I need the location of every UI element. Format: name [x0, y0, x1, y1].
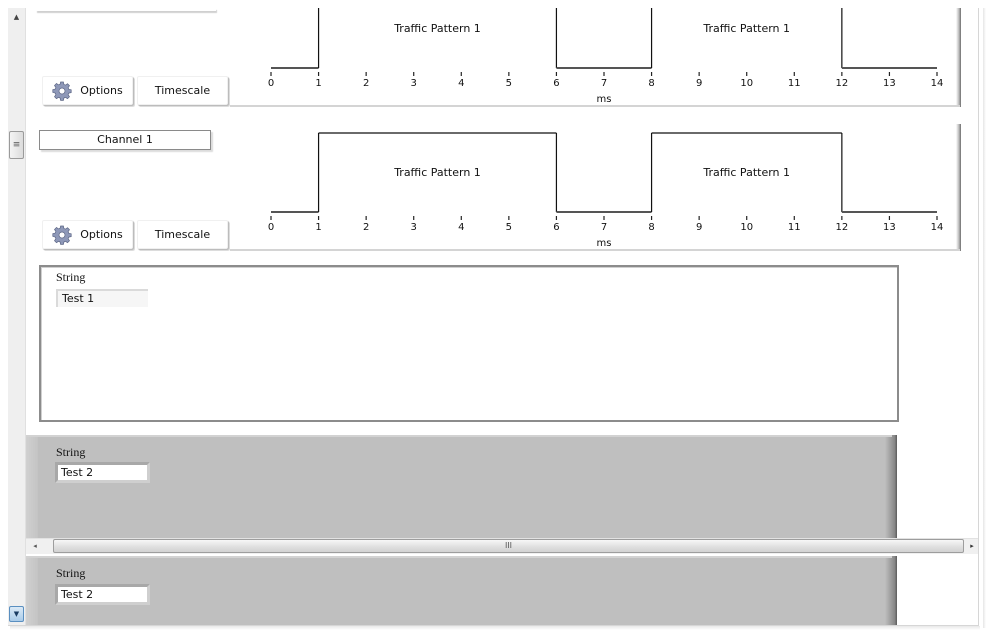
- gear-icon: [52, 81, 72, 101]
- x-tick-label: 14: [931, 78, 944, 89]
- cluster-3-right-edge: [885, 556, 897, 625]
- x-tick-label: 12: [835, 78, 848, 89]
- x-tick-label: 13: [883, 222, 896, 233]
- cluster-2-left-edge: [26, 435, 38, 538]
- scroll-down-arrow-icon[interactable]: ▼: [9, 606, 24, 622]
- x-tick-label: 10: [740, 78, 753, 89]
- options-label: Options: [80, 228, 123, 241]
- x-tick-label: 0: [268, 78, 274, 89]
- frame-bottom-edge: [10, 626, 980, 630]
- chart-2-svg: 0 1 2 3 4 5 6 7 8 9 10 11 12 13 14msTraffic Pattern 1T…: [268, 132, 944, 249]
- traffic-pattern-label: Traffic Pattern 1: [393, 22, 481, 35]
- horizontal-scroll-thumb[interactable]: III: [53, 539, 964, 553]
- x-tick-label: 1: [315, 222, 321, 233]
- x-tick-label: 5: [506, 222, 512, 233]
- x-tick-label: 1: [315, 78, 321, 89]
- x-tick-label: 6: [553, 222, 559, 233]
- string-input[interactable]: Test 2: [55, 584, 150, 605]
- string-label: String: [56, 270, 86, 284]
- channel-box-partial: [36, 8, 216, 11]
- string-cluster-2: [26, 435, 897, 538]
- chart-panel-1: 0 1 2 3 4 5 6 7 8 9 10 11 12 13 14 ms Traffic Pattern 1T…: [228, 8, 960, 108]
- x-tick-label: 10: [740, 222, 753, 233]
- options-button[interactable]: Options: [42, 220, 133, 249]
- x-axis-unit-label: ms: [597, 238, 612, 249]
- timescale-label: Timescale: [154, 84, 211, 97]
- string-label: String: [56, 445, 86, 459]
- timescale-button[interactable]: Timescale: [137, 76, 228, 105]
- x-tick-label: 4: [458, 222, 464, 233]
- x-tick-label: 13: [883, 78, 896, 89]
- string-label: String: [56, 566, 86, 580]
- string-cluster-3: [26, 556, 897, 625]
- string-cluster-1: [39, 265, 899, 422]
- channel-name-field[interactable]: Channel 1: [39, 130, 211, 150]
- options-label: Options: [80, 84, 123, 97]
- chart-2-right-border: [956, 124, 961, 251]
- gear-icon: [52, 225, 72, 245]
- x-tick-label: 8: [648, 222, 654, 233]
- timescale-label: Timescale: [154, 228, 211, 241]
- chart-1-bottom-border: [230, 105, 960, 107]
- vertical-scrollbar[interactable]: [8, 8, 26, 625]
- cluster-3-top-edge: [26, 556, 892, 558]
- traffic-pattern-label: Traffic Pattern 1: [702, 166, 790, 179]
- x-tick-label: 6: [553, 78, 559, 89]
- cluster-2-top-edge: [26, 435, 892, 437]
- x-tick-label: 12: [835, 222, 848, 233]
- scroll-up-arrow-icon[interactable]: ▲: [8, 10, 25, 24]
- string-input[interactable]: Test 2: [55, 462, 150, 483]
- x-tick-label: 9: [696, 222, 702, 233]
- traffic-pattern-label: Traffic Pattern 1: [702, 22, 790, 35]
- chart-2-bottom-border: [230, 249, 960, 251]
- x-tick-label: 3: [411, 78, 417, 89]
- vertical-scroll-thumb[interactable]: ≡: [9, 131, 24, 159]
- x-tick-label: 7: [601, 222, 607, 233]
- x-tick-label: 9: [696, 78, 702, 89]
- x-tick-label: 3: [411, 222, 417, 233]
- scroll-left-arrow-icon[interactable]: ◂: [28, 540, 42, 552]
- x-tick-label: 11: [788, 222, 801, 233]
- timescale-button[interactable]: Timescale: [137, 220, 228, 249]
- frame-right-edge: [983, 8, 986, 628]
- cluster-2-right-edge: [885, 435, 897, 538]
- chart-panel-2: 0 1 2 3 4 5 6 7 8 9 10 11 12 13 14 ms Traffic Pattern 1T…: [228, 124, 960, 250]
- x-tick-label: 2: [363, 222, 369, 233]
- options-button[interactable]: Options: [42, 76, 133, 105]
- string-input[interactable]: Test 1: [56, 289, 148, 307]
- x-tick-label: 11: [788, 78, 801, 89]
- traffic-pattern-label: Traffic Pattern 1: [393, 166, 481, 179]
- cluster-3-left-edge: [26, 556, 38, 625]
- x-tick-label: 4: [458, 78, 464, 89]
- x-tick-label: 14: [931, 222, 944, 233]
- x-tick-label: 8: [648, 78, 654, 89]
- chart-1-svg: 0 1 2 3 4 5 6 7 8 9 10 11 12 13 14msTraffic Pattern 1T…: [228, 8, 960, 108]
- x-tick-label: 7: [601, 78, 607, 89]
- x-tick-label: 2: [363, 78, 369, 89]
- chart-1-right-border: [956, 8, 961, 107]
- scroll-right-arrow-icon[interactable]: ▸: [966, 540, 978, 552]
- x-tick-label: 0: [268, 222, 274, 233]
- x-axis-unit-label: ms: [597, 94, 612, 105]
- x-tick-label: 5: [506, 78, 512, 89]
